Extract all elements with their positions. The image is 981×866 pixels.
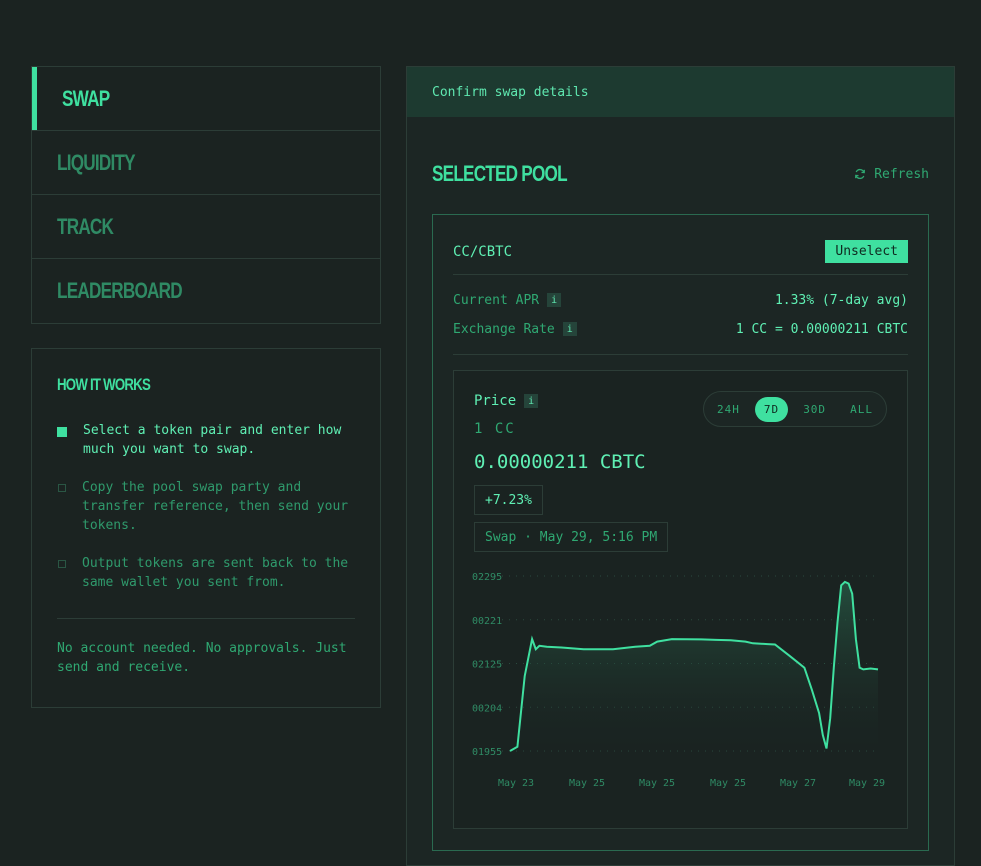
y-tick-label: 02295 bbox=[472, 572, 502, 583]
info-icon[interactable]: i bbox=[524, 394, 539, 408]
nav-item-label: LIQUIDITY bbox=[57, 149, 136, 175]
x-tick-label: May 25 bbox=[569, 778, 605, 789]
step-marker bbox=[58, 560, 66, 568]
x-tick-label: May 29 bbox=[849, 778, 885, 789]
price-change-badge: +7.23% bbox=[474, 485, 543, 515]
pool-pair: CC/CBTC bbox=[453, 243, 513, 260]
step-marker-active bbox=[57, 427, 67, 437]
y-tick-label: 01955 bbox=[472, 747, 502, 758]
how-it-works-card: HOW IT WORKS Select a token pair and ent… bbox=[31, 348, 381, 708]
price-chart-card: Price i 1 CC 0.00000211 CBTC +7.23% Swap… bbox=[453, 370, 908, 829]
refresh-button[interactable]: Refresh bbox=[854, 167, 929, 182]
exchange-rate-row: Exchange Rate i 1 CC = 0.00000211 CBTC bbox=[453, 319, 908, 339]
nav-item-leaderboard[interactable]: LEADERBOARD bbox=[32, 259, 380, 323]
step-item: Output tokens are sent back to the same … bbox=[57, 554, 355, 592]
x-axis-labels: May 23 May 25 May 25 May 25 May 27 May 29 bbox=[498, 778, 885, 789]
nav-item-swap[interactable]: SWAP bbox=[32, 67, 380, 131]
price-base-amount: 1 CC bbox=[474, 421, 516, 437]
y-tick-label: 00221 bbox=[472, 616, 502, 627]
swap-confirm-panel: Confirm swap details SELECTED POOL Refre… bbox=[406, 66, 955, 866]
divider bbox=[57, 618, 355, 619]
divider bbox=[453, 354, 908, 355]
step-text: Select a token pair and enter how much y… bbox=[83, 423, 342, 457]
info-icon[interactable]: i bbox=[547, 293, 562, 307]
time-range-tabs: 24H 7D 30D ALL bbox=[703, 391, 887, 427]
y-tick-label: 00204 bbox=[472, 703, 502, 714]
price-value: 0.00000211 CBTC bbox=[474, 451, 646, 473]
refresh-label: Refresh bbox=[874, 166, 929, 182]
step-text: Output tokens are sent back to the same … bbox=[82, 556, 349, 590]
apr-value: 1.33% (7-day avg) bbox=[774, 292, 908, 308]
panel-header: Confirm swap details bbox=[407, 67, 954, 117]
selected-pool-header: SELECTED POOL Refresh bbox=[432, 159, 929, 189]
x-tick-label: May 27 bbox=[780, 778, 816, 789]
tab-24h[interactable]: 24H bbox=[708, 397, 749, 422]
nav-item-track[interactable]: TRACK bbox=[32, 195, 380, 259]
nav-item-liquidity[interactable]: LIQUIDITY bbox=[32, 131, 380, 195]
x-tick-label: May 25 bbox=[639, 778, 675, 789]
price-label: Price bbox=[474, 393, 517, 409]
pool-card: CC/CBTC Unselect Current APR i 1.33% (7-d… bbox=[432, 214, 929, 851]
how-it-works-title: HOW IT WORKS bbox=[57, 375, 151, 394]
chart-tooltip: Swap · May 29, 5:16 PM bbox=[474, 522, 669, 552]
tab-7d[interactable]: 7D bbox=[754, 396, 789, 422]
tab-30d[interactable]: 30D bbox=[794, 397, 835, 422]
panel-header-title: Confirm swap details bbox=[432, 84, 589, 100]
how-it-works-note: No account needed. No approvals. Just se… bbox=[57, 641, 347, 675]
pool-card-header: CC/CBTC Unselect bbox=[453, 235, 908, 275]
exchange-rate-value: 1 CC = 0.00000211 CBTC bbox=[735, 321, 908, 337]
step-item: Select a token pair and enter how much y… bbox=[57, 421, 355, 459]
nav-item-label: TRACK bbox=[57, 213, 114, 239]
nav-item-label: SWAP bbox=[62, 85, 110, 111]
section-title: SELECTED POOL bbox=[432, 161, 568, 186]
step-item: Copy the pool swap party and transfer re… bbox=[57, 478, 355, 535]
main-nav: SWAP LIQUIDITY TRACK LEADERBOARD bbox=[31, 66, 381, 324]
exchange-rate-label: Exchange Rate bbox=[453, 321, 555, 337]
price-label-row: Price i bbox=[474, 393, 539, 409]
unselect-button[interactable]: Unselect bbox=[825, 240, 908, 263]
step-text: Copy the pool swap party and transfer re… bbox=[82, 480, 349, 533]
refresh-icon bbox=[855, 168, 866, 180]
price-chart[interactable]: 0229500221021250020401955 May 23 May 25 Ma… bbox=[454, 566, 907, 806]
apr-label: Current APR bbox=[453, 292, 540, 308]
x-tick-label: May 25 bbox=[710, 778, 746, 789]
tab-all[interactable]: ALL bbox=[841, 397, 882, 422]
y-axis-labels: 02295 00221 02125 00204 01955 bbox=[472, 572, 502, 758]
chart-area bbox=[510, 581, 878, 751]
nav-item-label: LEADERBOARD bbox=[57, 278, 183, 303]
x-tick-label: May 23 bbox=[498, 778, 534, 789]
apr-row: Current APR i 1.33% (7-day avg) bbox=[453, 290, 908, 310]
step-marker bbox=[58, 484, 66, 492]
y-tick-label: 02125 bbox=[472, 660, 502, 671]
info-icon[interactable]: i bbox=[562, 322, 577, 336]
